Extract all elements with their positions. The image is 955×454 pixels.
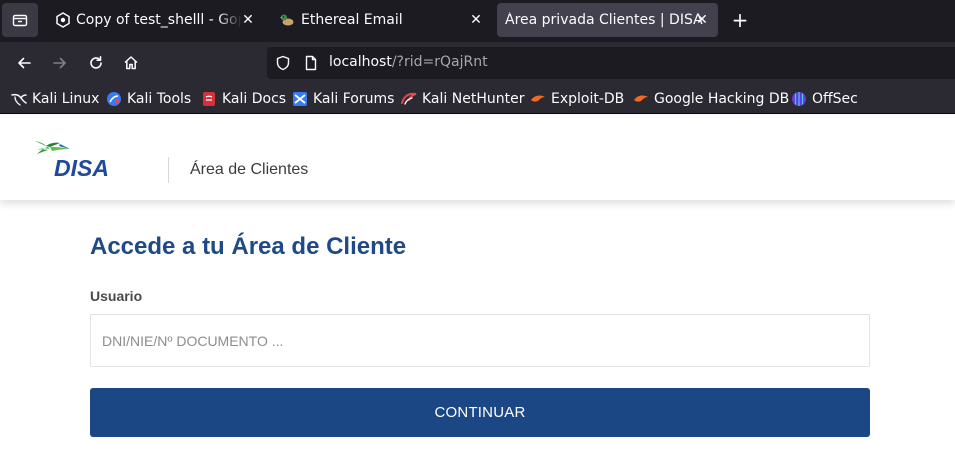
disa-logo[interactable]: DISA [34, 137, 134, 179]
bookmark-label: Kali Docs [222, 91, 287, 107]
url-text[interactable]: localhost/?rid=rQajRnt [329, 54, 488, 70]
bookmark-label: Kali Forums [313, 91, 395, 107]
bookmark-kali-forums[interactable]: Kali Forums [292, 90, 394, 108]
close-icon[interactable]: ✕ [240, 12, 256, 28]
header-section-title: Área de Clientes [190, 161, 309, 178]
logo-wordmark: DISA [54, 155, 109, 179]
browser-tab-ethereal[interactable]: Ethereal Email ✕ [270, 3, 492, 37]
page-icon[interactable] [303, 55, 319, 71]
bookmark-label: Kali NetHunter [422, 91, 525, 107]
browser-tab-disa-active[interactable]: Área privada Clientes | DISA ✕ [497, 3, 718, 37]
tab-overview-button[interactable] [2, 3, 38, 37]
home-icon [124, 56, 138, 70]
url-host: localhost [329, 54, 392, 70]
nethunter-icon [401, 92, 417, 105]
login-panel: Accede a tu Área de Cliente Usuario CONT… [0, 200, 955, 454]
forward-button[interactable] [47, 50, 73, 76]
bookmark-label: Google Hacking DB [654, 91, 790, 107]
browser-tab-bar: Copy of test_shelll - Gophish ✕ Ethereal… [0, 0, 955, 42]
browser-nav-bar: localhost/?rid=rQajRnt [0, 42, 955, 84]
kali-dragon-icon [11, 93, 27, 106]
address-bar[interactable]: localhost/?rid=rQajRnt [267, 47, 955, 79]
arrow-right-icon [53, 57, 66, 69]
close-icon[interactable]: ✕ [468, 12, 484, 28]
reload-button[interactable] [83, 50, 109, 76]
continue-button[interactable]: CONTINUAR [90, 388, 870, 437]
bookmark-label: Kali Tools [127, 91, 192, 107]
hummingbird-icon [35, 141, 70, 154]
home-button[interactable] [118, 50, 144, 76]
tab-title: Área privada Clientes | DISA [505, 12, 703, 28]
shield-icon[interactable] [275, 55, 291, 71]
bookmark-offsec[interactable]: OffSec [791, 90, 858, 108]
bookmarks-toolbar: Kali Linux Kali Tools Kali Docs Kali For… [0, 84, 955, 114]
offsec-icon [792, 92, 806, 106]
duck-icon [280, 14, 294, 26]
bookmark-kali-tools[interactable]: Kali Tools [106, 90, 191, 108]
bookmark-kali-docs[interactable]: Kali Docs [201, 90, 286, 108]
tab-list-icon [12, 14, 28, 27]
gophish-hex-icon [56, 12, 70, 28]
bookmark-kali-nethunter[interactable]: Kali NetHunter [401, 90, 524, 108]
bookmark-label: Exploit-DB [551, 91, 625, 107]
bookmark-kali-linux[interactable]: Kali Linux [11, 90, 99, 108]
close-icon[interactable]: ✕ [694, 12, 710, 28]
arrow-left-icon [18, 57, 31, 69]
reload-icon [90, 56, 102, 69]
page-title: Accede a tu Área de Cliente [90, 233, 407, 260]
exploit-db-icon [531, 95, 545, 102]
ghdb-icon [634, 95, 648, 102]
tab-title: Copy of test_shelll - Gophish [76, 12, 242, 28]
bookmark-label: OffSec [812, 91, 858, 107]
site-header: DISA Área de Clientes [0, 115, 955, 200]
header-divider [168, 157, 169, 183]
user-id-input[interactable] [90, 314, 870, 367]
kali-tools-icon [107, 92, 121, 106]
user-field-label: Usuario [90, 288, 143, 304]
browser-tab-gophish[interactable]: Copy of test_shelll - Gophish ✕ [48, 3, 264, 37]
new-tab-button[interactable]: + [728, 8, 752, 32]
kali-forums-icon [293, 92, 307, 106]
kali-docs-icon [203, 92, 215, 106]
bookmark-google-hacking-db[interactable]: Google Hacking DB [633, 90, 789, 108]
tab-title: Ethereal Email [301, 12, 403, 28]
back-button[interactable] [11, 50, 37, 76]
bookmark-label: Kali Linux [32, 91, 100, 107]
bookmark-exploit-db[interactable]: Exploit-DB [530, 90, 624, 108]
url-path: /?rid=rQajRnt [391, 54, 488, 70]
